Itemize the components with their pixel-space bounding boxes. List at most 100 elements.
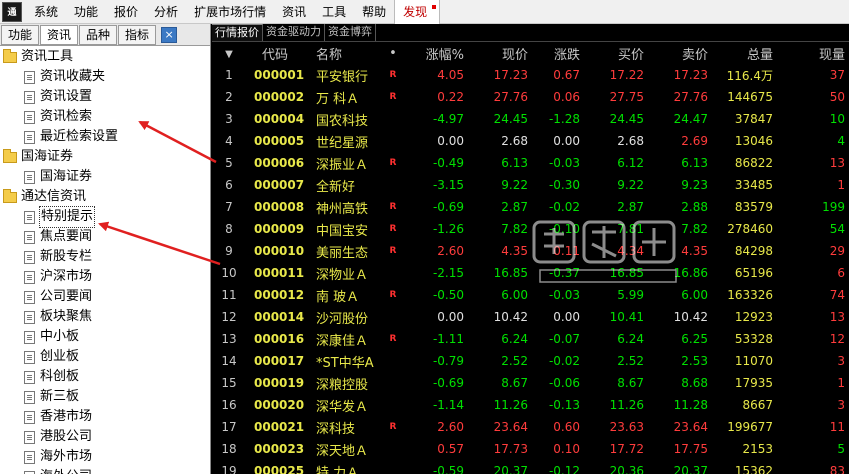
current-price: 17.73 <box>493 442 528 456</box>
col-header-volume[interactable]: 总量 <box>712 43 777 64</box>
table-row[interactable]: 7 000008 神州高铁 R -0.69 2.87 -0.02 2.87 2.88 83579 1… <box>212 196 849 218</box>
menu-system[interactable]: 系统 <box>26 0 66 24</box>
tree-label: 新三板 <box>40 389 80 404</box>
menu-extended-market[interactable]: 扩展市场行情 <box>186 0 274 24</box>
sort-icon[interactable]: ▼ <box>212 43 246 64</box>
tree-folder[interactable]: 通达信资讯 <box>0 187 210 207</box>
current-price: 9.22 <box>501 178 528 192</box>
ask-price: 2.88 <box>681 200 708 214</box>
total-volume: 84298 <box>734 244 773 258</box>
menu-analysis[interactable]: 分析 <box>146 0 186 24</box>
tree-folder[interactable]: 国海证券 <box>0 147 210 167</box>
document-icon <box>24 290 35 304</box>
table-row[interactable]: 12 000014 沙河股份 0.00 10.42 0.00 10.41 10.42 12923… <box>212 306 849 328</box>
col-header-name[interactable]: 名称 <box>312 43 384 64</box>
tree-label: 香港市场 <box>40 409 93 424</box>
row-index: 14 <box>221 354 237 368</box>
close-icon[interactable]: × <box>161 26 178 43</box>
col-header-pct[interactable]: 涨幅% <box>402 43 468 64</box>
tab-news[interactable]: 资讯 <box>40 24 79 45</box>
stock-code: 000010 <box>254 244 305 258</box>
ask-price: 27.76 <box>673 90 708 104</box>
margin-flag: R <box>389 70 397 80</box>
tab-fund-game[interactable]: 资金博弈 <box>325 24 376 41</box>
menu-quote[interactable]: 报价 <box>106 0 146 24</box>
tree-item[interactable]: 新三板 <box>0 387 210 407</box>
table-row[interactable]: 15 000019 深粮控股 -0.69 8.67 -0.06 8.67 8.68 17935 1 <box>212 372 849 394</box>
tab-fund-driver[interactable]: 资金驱动力 <box>263 24 325 41</box>
tree-item[interactable]: 中小板 <box>0 327 210 347</box>
total-volume: 83579 <box>734 200 773 214</box>
current-volume: 13 <box>829 310 845 324</box>
tree-item[interactable]: 最近检索设置 <box>0 127 210 147</box>
row-index: 2 <box>225 90 233 104</box>
tree-item[interactable]: 资讯设置 <box>0 87 210 107</box>
margin-flag <box>384 438 402 460</box>
tree-item[interactable]: 香港市场 <box>0 407 210 427</box>
tab-indicator[interactable]: 指标 <box>118 24 157 45</box>
current-price: 20.37 <box>493 464 528 474</box>
table-row[interactable]: 1 000001 平安银行 R 4.05 17.23 0.67 17.22 17.23 116.4… <box>212 64 849 86</box>
tree-item[interactable]: 焦点要闻 <box>0 227 210 247</box>
table-row[interactable]: 17 000021 深科技 R 2.60 23.64 0.60 23.63 23.64 19967… <box>212 416 849 438</box>
margin-flag <box>384 108 402 130</box>
col-header-change[interactable]: 涨跌 <box>532 43 584 64</box>
tab-quote-list[interactable]: 行情报价 <box>212 24 263 41</box>
col-header-cur-volume[interactable]: 现量 <box>777 43 849 64</box>
col-header-price[interactable]: 现价 <box>468 43 532 64</box>
menu-news[interactable]: 资讯 <box>274 0 314 24</box>
tree-item[interactable]: 公司要闻 <box>0 287 210 307</box>
table-row[interactable]: 5 000006 深振业Ａ R -0.49 6.13 -0.03 6.12 6.13 86822 1… <box>212 152 849 174</box>
bid-price: 7.81 <box>617 222 644 236</box>
table-row[interactable]: 10 000011 深物业Ａ -2.15 16.85 -0.37 16.85 16.86 651… <box>212 262 849 284</box>
tree-item[interactable]: 科创板 <box>0 367 210 387</box>
table-row[interactable]: 9 000010 美丽生态 R 2.60 4.35 0.11 4.34 4.35 84298 29 <box>212 240 849 262</box>
document-icon <box>24 210 35 224</box>
stock-code: 000006 <box>254 156 305 170</box>
table-row[interactable]: 11 000012 南 玻Ａ R -0.50 6.00 -0.03 5.99 6.00 16332… <box>212 284 849 306</box>
tree-item[interactable]: 沪深市场 <box>0 267 210 287</box>
col-header-bid[interactable]: 买价 <box>584 43 648 64</box>
menu-function[interactable]: 功能 <box>66 0 106 24</box>
stock-code: 000020 <box>254 398 305 412</box>
tree-label: 科创板 <box>40 369 80 384</box>
change-pct: -0.69 <box>432 376 464 390</box>
table-row[interactable]: 16 000020 深华发Ａ -1.14 11.26 -0.13 11.26 11.28 866… <box>212 394 849 416</box>
tree-item[interactable]: 资讯检索 <box>0 107 210 127</box>
col-header-ask[interactable]: 卖价 <box>648 43 712 64</box>
tree-item[interactable]: 国海证券 <box>0 167 210 187</box>
margin-flag: R <box>389 290 397 300</box>
app-window: 通 系统 功能 报价 分析 扩展市场行情 资讯 工具 帮助 发现 功能 资讯 品… <box>0 0 849 474</box>
col-header-code[interactable]: 代码 <box>246 43 312 64</box>
table-row[interactable]: 6 000007 全新好 -3.15 9.22 -0.30 9.22 9.23 33485 1 <box>212 174 849 196</box>
tab-variety[interactable]: 品种 <box>79 24 118 45</box>
price-change: -0.03 <box>548 156 580 170</box>
tree-item[interactable]: 特别提示 <box>0 206 210 228</box>
menu-help[interactable]: 帮助 <box>354 0 394 24</box>
tree-item[interactable]: 海外市场 <box>0 447 210 467</box>
current-price: 4.35 <box>501 244 528 258</box>
tree-item[interactable]: 海外公司 <box>0 467 210 474</box>
tab-function[interactable]: 功能 <box>1 24 40 45</box>
menu-tools[interactable]: 工具 <box>314 0 354 24</box>
menu-discover[interactable]: 发现 <box>394 0 441 24</box>
tree-folder[interactable]: 资讯工具 <box>0 47 210 67</box>
margin-flag: R <box>389 246 397 256</box>
row-index: 15 <box>221 376 237 390</box>
table-row[interactable]: 18 000023 深天地Ａ 0.57 17.73 0.10 17.72 17.75 2153 5 <box>212 438 849 460</box>
row-index: 9 <box>225 244 233 258</box>
table-row[interactable]: 13 000016 深康佳Ａ R -1.11 6.24 -0.07 6.24 6.25 53328… <box>212 328 849 350</box>
tree-item[interactable]: 资讯收藏夹 <box>0 67 210 87</box>
table-row[interactable]: 4 000005 世纪星源 0.00 2.68 0.00 2.68 2.69 13046 4 <box>212 130 849 152</box>
stock-name: 深振业Ａ <box>316 157 369 173</box>
table-row[interactable]: 2 000002 万 科Ａ R 0.22 27.76 0.06 27.75 27.76 14467… <box>212 86 849 108</box>
tree-item[interactable]: 港股公司 <box>0 427 210 447</box>
table-row[interactable]: 19 000025 特 力Ａ -0.59 20.37 -0.12 20.36 20.37 153… <box>212 460 849 474</box>
table-row[interactable]: 14 000017 *ST中华A -0.79 2.52 -0.02 2.52 2.53 1107… <box>212 350 849 372</box>
app-logo: 通 <box>2 1 22 22</box>
table-row[interactable]: 3 000004 国农科技 -4.97 24.45 -1.28 24.45 24.47 3784… <box>212 108 849 130</box>
tree-item[interactable]: 板块聚焦 <box>0 307 210 327</box>
tree-item[interactable]: 创业板 <box>0 347 210 367</box>
tree-item[interactable]: 新股专栏 <box>0 247 210 267</box>
table-row[interactable]: 8 000009 中国宝安 R -1.26 7.82 -0.10 7.81 7.82 278460… <box>212 218 849 240</box>
